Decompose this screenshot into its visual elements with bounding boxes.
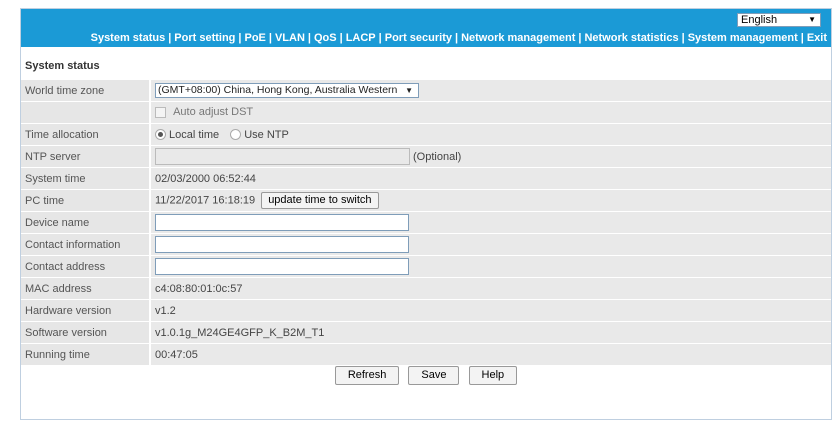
pc-time-label: PC time: [21, 189, 151, 212]
language-select[interactable]: English ▼: [737, 13, 821, 27]
use-ntp-label: Use NTP: [244, 128, 289, 141]
nav-system-status[interactable]: System status: [91, 32, 166, 44]
empty-label: [21, 101, 151, 124]
ntp-server-input[interactable]: [155, 148, 410, 165]
software-version-value: v1.0.1g_M24GE4GFP_K_B2M_T1: [150, 321, 831, 344]
local-time-label: Local time: [169, 128, 220, 141]
ntp-server-label: NTP server: [21, 145, 151, 168]
system-time-value: 02/03/2000 06:52:44: [150, 167, 831, 190]
action-buttons: Refresh Save Help: [21, 366, 831, 385]
nav-separator: |: [238, 32, 242, 44]
running-time-label: Running time: [21, 343, 151, 366]
nav-separator: |: [454, 32, 459, 44]
hardware-version-label: Hardware version: [21, 299, 151, 322]
device-name-label: Device name: [21, 211, 151, 234]
row-time-allocation: Time allocation Local time Use NTP: [21, 123, 831, 146]
save-button[interactable]: Save: [408, 366, 460, 385]
row-hardware-version: Hardware version v1.2: [21, 299, 831, 322]
row-software-version: Software version v1.0.1g_M24GE4GFP_K_B2M…: [21, 321, 831, 344]
nav-separator: |: [800, 32, 804, 44]
nav-separator: |: [168, 32, 172, 44]
row-system-time: System time 02/03/2000 06:52:44: [21, 167, 831, 190]
row-auto-dst: Auto adjust DST: [21, 101, 831, 124]
time-allocation-label: Time allocation: [21, 123, 151, 146]
software-version-label: Software version: [21, 321, 151, 344]
language-select-value: English: [741, 14, 778, 26]
chevron-down-icon: ▼: [405, 86, 413, 95]
ntp-optional-note: (Optional): [413, 150, 462, 163]
row-contact-address: Contact address: [21, 255, 831, 278]
nav-separator: |: [339, 32, 343, 44]
local-time-radio[interactable]: [155, 129, 166, 141]
nav-system-management[interactable]: System management: [688, 32, 798, 44]
section-title: System status: [25, 60, 100, 72]
system-time-label: System time: [21, 167, 151, 190]
nav-network-management[interactable]: Network management: [461, 32, 575, 44]
mac-address-label: MAC address: [21, 277, 151, 300]
pc-time-value: 11/22/2017 16:18:19: [155, 194, 256, 207]
contact-address-input[interactable]: [155, 258, 409, 275]
nav-port-security[interactable]: Port security: [385, 32, 452, 44]
system-status-form: World time zone (GMT+08:00) China, Hong …: [21, 80, 831, 366]
header-bar: English ▼ System status | Port setting | PoE…: [21, 9, 831, 47]
nav-separator: |: [378, 32, 382, 44]
nav-vlan[interactable]: VLAN: [275, 32, 305, 44]
hardware-version-value: v1.2: [150, 299, 831, 322]
use-ntp-radio[interactable]: [230, 129, 242, 141]
contact-information-input[interactable]: [155, 236, 409, 253]
nav-separator: |: [307, 32, 311, 44]
row-pc-time: PC time 11/22/2017 16:18:19 update time …: [21, 189, 831, 212]
nav-lacp[interactable]: LACP: [346, 32, 376, 44]
nav-separator: |: [681, 32, 685, 44]
main-frame: English ▼ System status | Port setting | PoE…: [20, 8, 832, 420]
contact-address-label: Contact address: [21, 255, 151, 278]
nav-poe[interactable]: PoE: [244, 32, 265, 44]
nav-network-statistics[interactable]: Network statistics: [584, 32, 678, 44]
main-nav: System status | Port setting | PoE | VLAN | QoS |…: [91, 32, 827, 44]
world-time-zone-label: World time zone: [21, 80, 151, 102]
time-zone-select-value: (GMT+08:00) China, Hong Kong, Australia …: [158, 84, 398, 96]
chevron-down-icon: ▼: [808, 15, 816, 24]
row-contact-information: Contact information: [21, 233, 831, 256]
nav-separator: |: [578, 32, 582, 44]
row-world-time-zone: World time zone (GMT+08:00) China, Hong …: [21, 80, 831, 102]
nav-port-setting[interactable]: Port setting: [174, 32, 235, 44]
refresh-button[interactable]: Refresh: [334, 366, 400, 385]
nav-exit[interactable]: Exit: [807, 32, 827, 44]
auto-dst-label: Auto adjust DST: [173, 106, 254, 119]
nav-separator: |: [268, 32, 272, 44]
update-time-button[interactable]: update time to switch: [261, 192, 379, 209]
help-button[interactable]: Help: [468, 366, 518, 385]
row-mac-address: MAC address c4:08:80:01:0c:57: [21, 277, 831, 300]
row-ntp-server: NTP server (Optional): [21, 145, 831, 168]
nav-qos[interactable]: QoS: [314, 32, 337, 44]
row-device-name: Device name: [21, 211, 831, 234]
time-zone-select[interactable]: (GMT+08:00) China, Hong Kong, Australia …: [155, 83, 419, 98]
device-name-input[interactable]: [155, 214, 409, 231]
running-time-value: 00:47:05: [150, 343, 831, 366]
mac-address-value: c4:08:80:01:0c:57: [150, 277, 831, 300]
auto-dst-checkbox[interactable]: [155, 107, 166, 119]
row-running-time: Running time 00:47:05: [21, 343, 831, 366]
contact-information-label: Contact information: [21, 233, 151, 256]
